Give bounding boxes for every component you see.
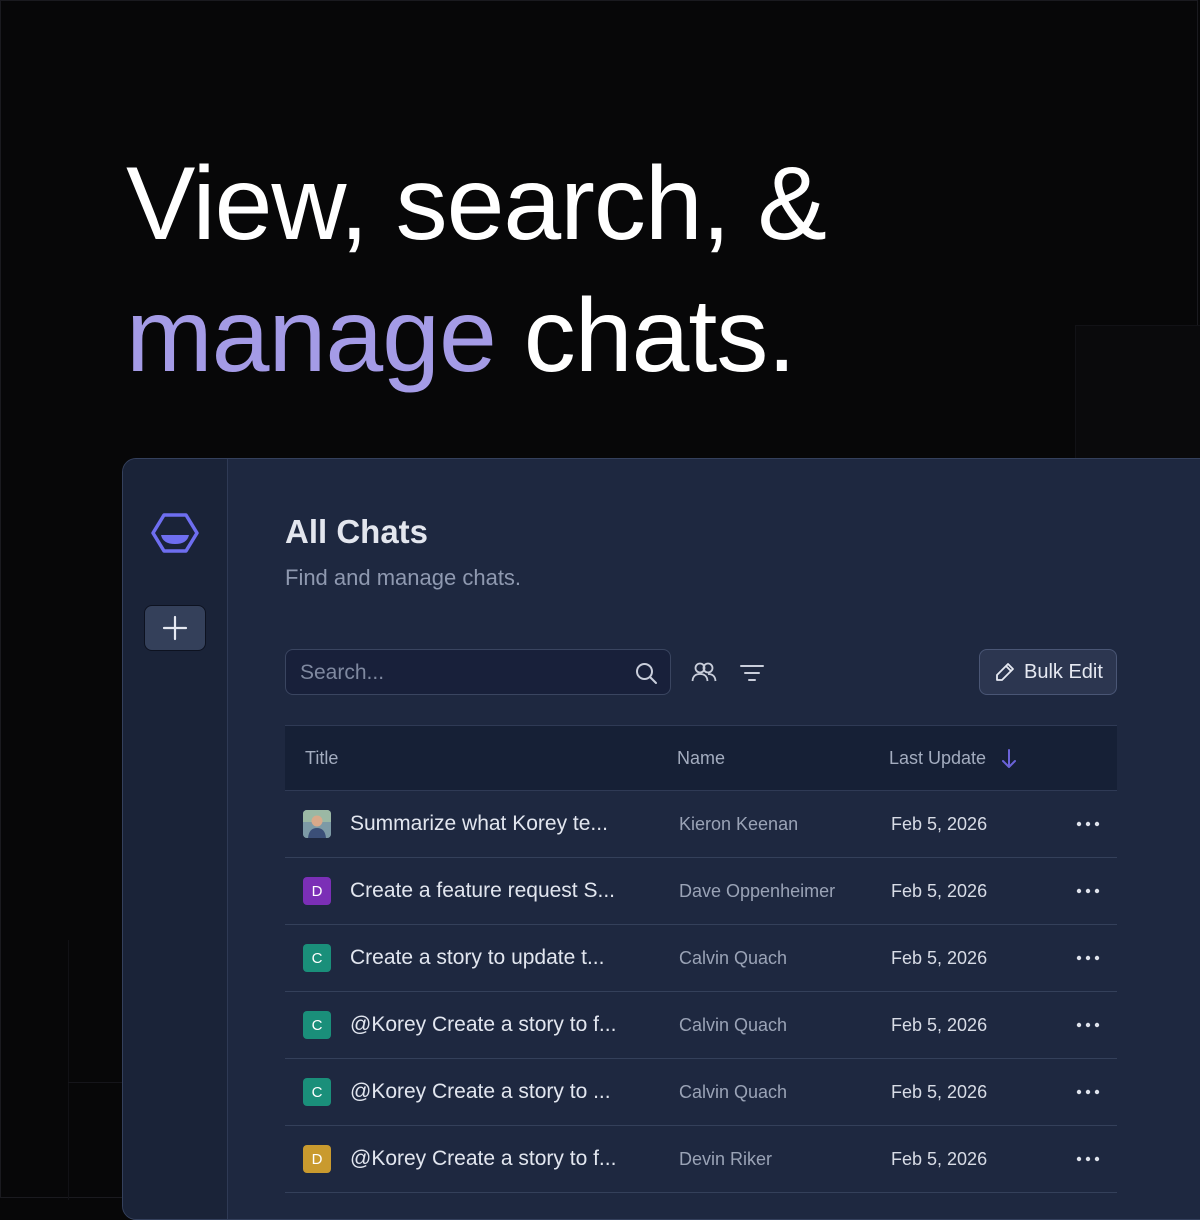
chat-title[interactable]: Create a story to update t... [350, 946, 604, 970]
chat-title[interactable]: Create a feature request S... [350, 879, 615, 903]
headline-accent: manage [126, 278, 497, 394]
user-photo-icon [303, 810, 331, 838]
chat-last-update: Feb 5, 2026 [891, 1015, 988, 1035]
table-header: Title Name Last Update [285, 725, 1117, 791]
table-row[interactable]: D Create a feature request S... Dave Opp… [285, 858, 1117, 925]
main-content: All Chats Find and manage chats. Bulk Ed… [285, 459, 1117, 1219]
table-row[interactable]: C @Korey Create a story to f... Calvin Q… [285, 992, 1117, 1059]
chat-owner-name: Kieron Keenan [679, 814, 799, 834]
more-options-icon[interactable] [1075, 949, 1101, 967]
chat-last-update: Feb 5, 2026 [891, 1149, 988, 1169]
avatar: C [303, 1011, 331, 1039]
search-icon[interactable] [634, 661, 658, 685]
app-window: All Chats Find and manage chats. Bulk Ed… [122, 458, 1200, 1220]
headline-rest: chats. [495, 278, 796, 394]
background-panel [1075, 325, 1200, 476]
chat-title[interactable]: @Korey Create a story to f... [350, 1013, 616, 1037]
table-row[interactable]: C @Korey Create a story to ... Calvin Qu… [285, 1059, 1117, 1126]
chat-owner-name: Calvin Quach [679, 1015, 788, 1035]
new-chat-button[interactable] [144, 605, 206, 651]
chat-last-update: Feb 5, 2026 [891, 948, 988, 968]
avatar: D [303, 1145, 331, 1173]
filter-icon[interactable] [739, 662, 765, 684]
table-row[interactable]: C Create a story to update t... Calvin Q… [285, 925, 1117, 992]
column-header-last-update-label: Last Update [889, 748, 987, 768]
more-options-icon[interactable] [1075, 1016, 1101, 1034]
background-line [68, 1082, 124, 1083]
bulk-edit-button[interactable]: Bulk Edit [979, 649, 1117, 695]
search-box [285, 649, 671, 695]
column-header-name[interactable]: Name [677, 748, 725, 769]
users-filter-icon[interactable] [691, 660, 717, 684]
pencil-icon [996, 663, 1014, 681]
search-input[interactable] [298, 658, 622, 688]
chat-last-update: Feb 5, 2026 [891, 881, 988, 901]
headline: View, search, & manage chats. [126, 138, 827, 402]
column-header-title[interactable]: Title [305, 748, 338, 769]
page-subtitle: Find and manage chats. [285, 565, 522, 590]
avatar: C [303, 1078, 331, 1106]
plus-icon [162, 615, 188, 641]
avatar: D [303, 877, 331, 905]
chats-table: Title Name Last Update Summarize what Ko… [285, 725, 1117, 1193]
chat-last-update: Feb 5, 2026 [891, 814, 988, 834]
chat-owner-name: Dave Oppenheimer [679, 881, 836, 901]
chat-owner-name: Devin Riker [679, 1149, 773, 1169]
more-options-icon[interactable] [1075, 882, 1101, 900]
chat-last-update: Feb 5, 2026 [891, 1082, 988, 1102]
background-line [68, 940, 69, 1200]
more-options-icon[interactable] [1075, 1150, 1101, 1168]
avatar [303, 810, 331, 838]
headline-line-1: View, search, & [126, 146, 827, 262]
more-options-icon[interactable] [1075, 815, 1101, 833]
more-options-icon[interactable] [1075, 1083, 1101, 1101]
chat-owner-name: Calvin Quach [679, 1082, 788, 1102]
hexagon-logo-icon[interactable] [151, 511, 199, 555]
chat-title[interactable]: @Korey Create a story to ... [350, 1080, 611, 1104]
chat-title[interactable]: Summarize what Korey te... [350, 812, 608, 836]
sort-descending-icon[interactable] [1000, 748, 1018, 769]
chat-owner-name: Calvin Quach [679, 948, 788, 968]
column-header-last-update[interactable]: Last Update [889, 748, 1018, 769]
table-row[interactable]: Summarize what Korey te... Kieron Keenan… [285, 791, 1117, 858]
sidebar [123, 459, 228, 1219]
chat-title[interactable]: @Korey Create a story to f... [350, 1147, 616, 1171]
avatar: C [303, 944, 331, 972]
page-title: All Chats [285, 513, 429, 550]
table-row[interactable]: D @Korey Create a story to f... Devin Ri… [285, 1126, 1117, 1193]
bulk-edit-label: Bulk Edit [1024, 660, 1103, 683]
